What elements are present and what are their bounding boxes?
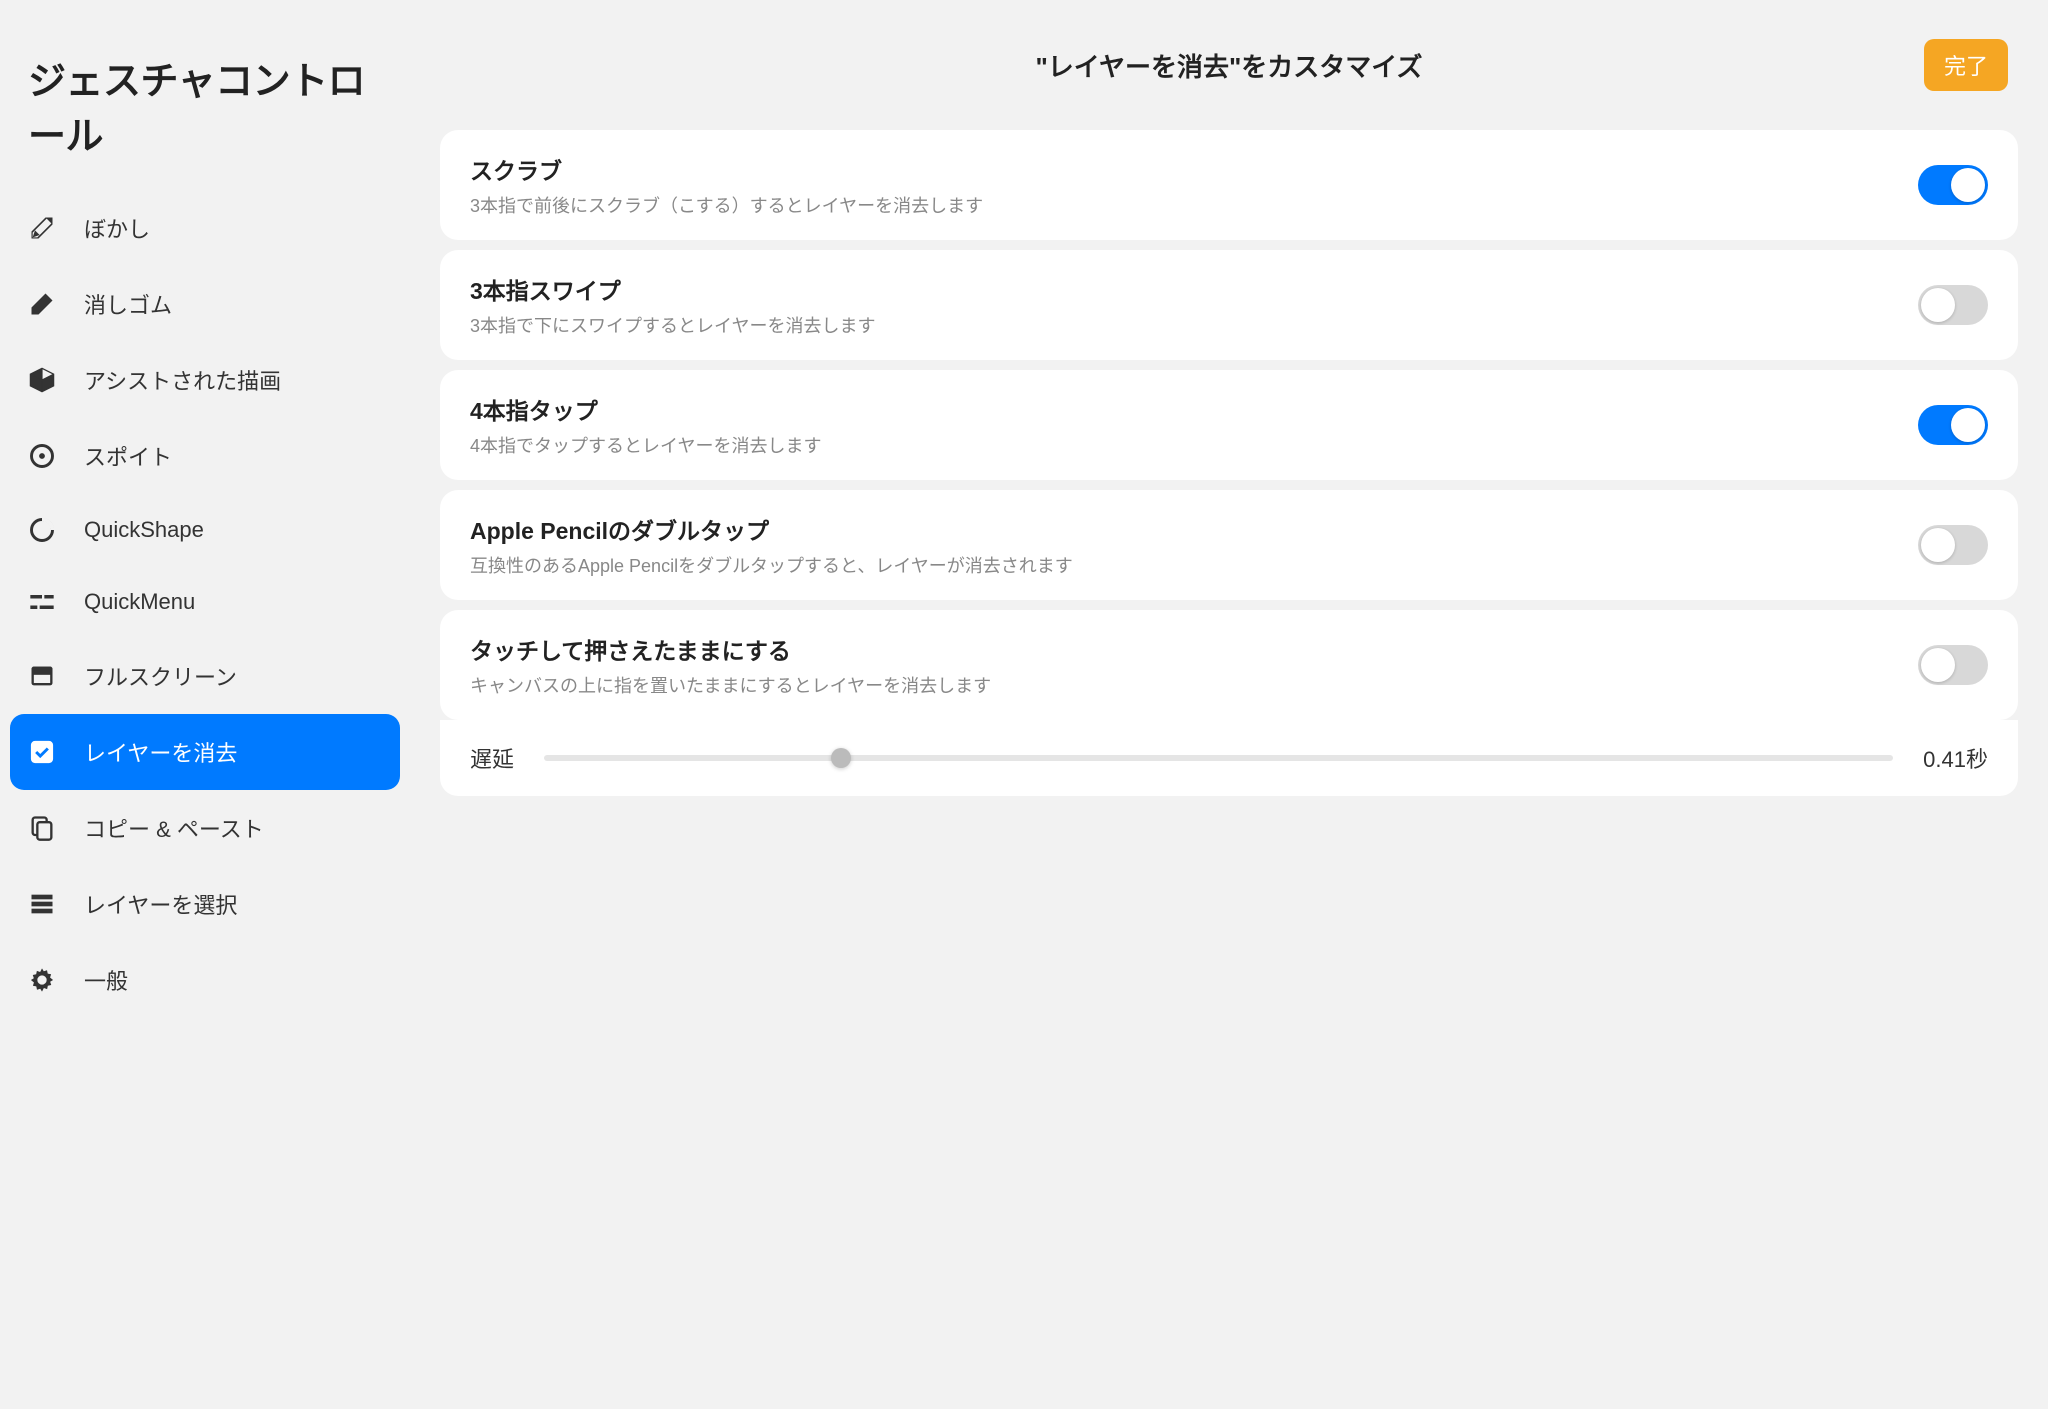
sidebar: ジェスチャコントロール ぼかし 消しゴム アシストされた描画 スポイト Quic…	[0, 0, 410, 1409]
delay-slider-row: 遅延 0.41秒	[440, 720, 2018, 796]
sidebar-item-blur[interactable]: ぼかし	[10, 190, 400, 266]
sidebar-item-assisted-draw[interactable]: アシストされた描画	[10, 342, 400, 418]
setting-title: タッチして押さえたままにする	[470, 632, 1898, 666]
eraser-icon	[28, 290, 56, 318]
sidebar-item-quickmenu[interactable]: QuickMenu	[10, 566, 400, 638]
sidebar-item-label: フルスクリーン	[84, 660, 237, 692]
sidebar-item-label: ぼかし	[84, 212, 150, 244]
done-button[interactable]: 完了	[1924, 39, 2008, 91]
slider-value: 0.41秒	[1923, 742, 1988, 774]
toggle-scrub[interactable]	[1918, 165, 1988, 205]
sidebar-item-fullscreen[interactable]: フルスクリーン	[10, 638, 400, 714]
setting-touch-hold: タッチして押さえたままにする キャンバスの上に指を置いたままにするとレイヤーを消…	[440, 610, 2018, 720]
settings-list: スクラブ 3本指で前後にスクラブ（こする）するとレイヤーを消去します 3本指スワ…	[440, 130, 2018, 796]
sidebar-item-eyedropper[interactable]: スポイト	[10, 418, 400, 494]
setting-three-swipe: 3本指スワイプ 3本指で下にスワイプするとレイヤーを消去します	[440, 250, 2018, 360]
setting-desc: 4本指でタップするとレイヤーを消去します	[470, 432, 1898, 458]
setting-text: タッチして押さえたままにする キャンバスの上に指を置いたままにするとレイヤーを消…	[470, 632, 1898, 698]
setting-text: 4本指タップ 4本指でタップするとレイヤーを消去します	[470, 392, 1898, 458]
setting-title: スクラブ	[470, 152, 1898, 186]
setting-pencil-doubletap: Apple Pencilのダブルタップ 互換性のあるApple Pencilをダ…	[440, 490, 2018, 600]
setting-desc: キャンバスの上に指を置いたままにするとレイヤーを消去します	[470, 672, 1898, 698]
toggle-pencil-doubletap[interactable]	[1918, 525, 1988, 565]
sidebar-item-quickshape[interactable]: QuickShape	[10, 494, 400, 566]
setting-desc: 互換性のあるApple Pencilをダブルタップすると、レイヤーが消去されます	[470, 552, 1898, 578]
sidebar-item-label: アシストされた描画	[84, 364, 281, 396]
layers-icon	[28, 890, 56, 918]
page-title: "レイヤーを消去"をカスタマイズ	[1035, 47, 1422, 84]
sidebar-item-label: QuickShape	[84, 517, 204, 543]
main-panel: "レイヤーを消去"をカスタマイズ 完了 スクラブ 3本指で前後にスクラブ（こする…	[410, 0, 2048, 1409]
toggle-four-tap[interactable]	[1918, 405, 1988, 445]
fullscreen-icon	[28, 662, 56, 690]
sidebar-item-select-layer[interactable]: レイヤーを選択	[10, 866, 400, 942]
sidebar-title: ジェスチャコントロール	[10, 30, 400, 190]
copy-icon	[28, 814, 56, 842]
gear-icon	[28, 966, 56, 994]
quickmenu-icon	[28, 588, 56, 616]
sidebar-item-general[interactable]: 一般	[10, 942, 400, 1018]
setting-text: スクラブ 3本指で前後にスクラブ（こする）するとレイヤーを消去します	[470, 152, 1898, 218]
checkbox-icon	[28, 738, 56, 766]
setting-title: 3本指スワイプ	[470, 272, 1898, 306]
setting-desc: 3本指で下にスワイプするとレイヤーを消去します	[470, 312, 1898, 338]
setting-title: 4本指タップ	[470, 392, 1898, 426]
sidebar-item-label: QuickMenu	[84, 589, 195, 615]
sidebar-item-label: レイヤーを選択	[84, 888, 237, 920]
blur-icon	[28, 214, 56, 242]
delay-slider[interactable]	[544, 755, 1893, 761]
quickshape-icon	[28, 516, 56, 544]
setting-text: Apple Pencilのダブルタップ 互換性のあるApple Pencilをダ…	[470, 512, 1898, 578]
sidebar-item-label: コピー & ペースト	[84, 812, 264, 844]
slider-label: 遅延	[470, 742, 514, 774]
setting-title: Apple Pencilのダブルタップ	[470, 512, 1898, 546]
sidebar-item-clear-layer[interactable]: レイヤーを消去	[10, 714, 400, 790]
sidebar-item-label: レイヤーを消去	[84, 736, 237, 768]
slider-thumb[interactable]	[831, 748, 851, 768]
setting-text: 3本指スワイプ 3本指で下にスワイプするとレイヤーを消去します	[470, 272, 1898, 338]
sidebar-item-label: 一般	[84, 964, 128, 996]
target-icon	[28, 442, 56, 470]
toggle-touch-hold[interactable]	[1918, 645, 1988, 685]
sidebar-item-label: 消しゴム	[84, 288, 172, 320]
toggle-three-swipe[interactable]	[1918, 285, 1988, 325]
sidebar-item-copy-paste[interactable]: コピー & ペースト	[10, 790, 400, 866]
sidebar-item-eraser[interactable]: 消しゴム	[10, 266, 400, 342]
header: "レイヤーを消去"をカスタマイズ 完了	[440, 0, 2018, 130]
sidebar-item-label: スポイト	[84, 440, 172, 472]
setting-four-tap: 4本指タップ 4本指でタップするとレイヤーを消去します	[440, 370, 2018, 480]
setting-desc: 3本指で前後にスクラブ（こする）するとレイヤーを消去します	[470, 192, 1898, 218]
cube-icon	[28, 366, 56, 394]
setting-scrub: スクラブ 3本指で前後にスクラブ（こする）するとレイヤーを消去します	[440, 130, 2018, 240]
